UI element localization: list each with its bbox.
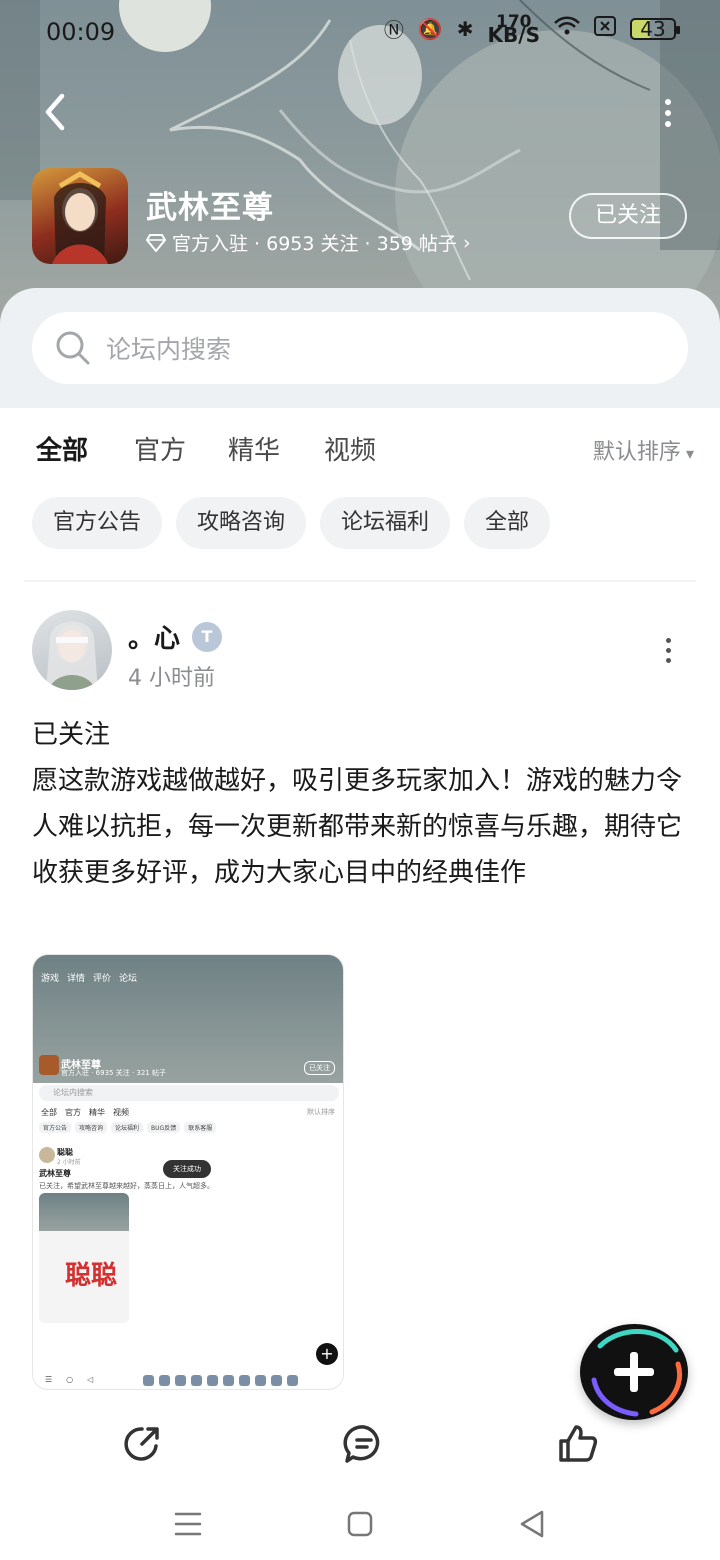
post-author[interactable]: 。心 T [128, 618, 223, 655]
menu-icon [174, 1512, 202, 1536]
more-options-button[interactable] [662, 96, 674, 128]
avatar-portrait-icon [46, 621, 98, 690]
thumb-post-text: 已关注，希望武林至尊越来越好，蒸蒸日上，人气超多。 [39, 1182, 214, 1190]
tab-all[interactable]: 全部 [36, 430, 91, 473]
back-button[interactable] [36, 90, 76, 134]
thumb-time: 2 小时前 [57, 1159, 81, 1166]
chevron-left-icon [45, 93, 65, 131]
wifi-icon [554, 16, 580, 41]
search-sheet: 论坛内搜索 [0, 288, 720, 408]
thumb-search: 论坛内搜索 [39, 1085, 339, 1101]
like-icon [559, 1425, 598, 1462]
author-name: 。心 [128, 624, 181, 654]
thumb-follow: 已关注 [304, 1061, 335, 1075]
home-button[interactable] [340, 1504, 380, 1544]
mute-icon: 🔕 [417, 16, 443, 41]
game-character-icon [52, 171, 108, 264]
chip-all[interactable]: 全部 [464, 497, 551, 549]
game-stats: 官方入驻 · 6953 关注 · 359 帖子 [172, 233, 457, 255]
status-icons: Ⓝ 🔕 ✱ 170 KB/S 43 [383, 11, 680, 47]
post-image[interactable]: 游戏 详情 评价 论坛 武林至尊 官方入驻 · 6935 关注 · 321 帖子 已关… [32, 954, 344, 1390]
level-badge-icon: T [192, 621, 223, 652]
chip-official-announcement[interactable]: 官方公告 [32, 497, 163, 549]
status-time: 00:09 [46, 18, 116, 46]
search-icon [56, 331, 90, 365]
thumb-game-icon [39, 1055, 59, 1075]
avatar[interactable] [32, 610, 112, 690]
sort-dropdown[interactable]: 默认排序 [593, 434, 694, 466]
thumb-overlay-text: 聪聪 [65, 1261, 118, 1291]
forum-header: 00:09 Ⓝ 🔕 ✱ 170 KB/S 43 武林至尊 官方入驻 · 6953… [0, 0, 720, 330]
thumb-plus-icon: + [316, 1343, 338, 1365]
share-button[interactable] [120, 1422, 164, 1466]
thumb-toast: 关注成功 [163, 1160, 211, 1178]
post-actions [0, 1404, 720, 1484]
search-placeholder: 论坛内搜索 [106, 335, 232, 364]
battery-level: 43 [640, 16, 666, 41]
forum-tabs: 全部 官方 精华 视频 默认排序 [0, 420, 720, 480]
game-title: 武林至尊 [146, 190, 274, 226]
post-content: 愿这款游戏越做越好，吸引更多玩家加入！游戏的魅力令人难以抗拒，每一次更新都带来新… [32, 766, 683, 888]
thumb-avatar [39, 1147, 55, 1163]
network-speed: 170 KB/S [487, 11, 540, 47]
status-bar: 00:09 Ⓝ 🔕 ✱ 170 KB/S 43 [0, 0, 720, 64]
sim-off-icon [594, 16, 616, 41]
nfc-icon: Ⓝ [383, 18, 404, 42]
divider [24, 580, 696, 582]
post-title: 已关注 [32, 720, 111, 750]
follow-button[interactable]: 已关注 [569, 193, 687, 239]
bluetooth-icon: ✱ [456, 16, 474, 41]
tab-official[interactable]: 官方 [134, 430, 186, 467]
comment-button[interactable] [342, 1422, 386, 1466]
battery-icon: 43 [630, 16, 680, 41]
thumb-meta: 官方入驻 · 6935 关注 · 321 帖子 [61, 1069, 166, 1077]
chip-guide-consult[interactable]: 攻略咨询 [176, 497, 307, 549]
tab-video[interactable]: 视频 [324, 430, 376, 467]
game-icon[interactable] [32, 168, 128, 264]
forum-search-input[interactable]: 论坛内搜索 [32, 312, 688, 384]
system-nav-bar [0, 1490, 720, 1560]
post-body[interactable]: 已关注 愿这款游戏越做越好，吸引更多玩家加入！游戏的魅力令人难以抗拒，每一次更新… [32, 712, 692, 896]
diamond-icon [146, 233, 166, 252]
recent-apps-button[interactable] [168, 1504, 208, 1544]
post-more-button[interactable] [664, 638, 672, 664]
thumb-sort: 默认排序 [307, 1108, 335, 1116]
thumb-bottom-bar: ☰ ○ ◁ [45, 1375, 94, 1384]
chip-forum-welfare[interactable]: 论坛福利 [320, 497, 451, 549]
thumb-chips: 官方公告 攻略咨询 论坛福利 BUG反馈 联系客服 [39, 1122, 217, 1133]
category-chips: 官方公告 攻略咨询 论坛福利 全部 [32, 497, 551, 549]
comment-icon [343, 1425, 380, 1463]
thumb-nav: 游戏 详情 评价 论坛 [41, 974, 138, 984]
tab-featured[interactable]: 精华 [228, 430, 280, 467]
chevron-right-icon: › [462, 231, 471, 254]
like-button[interactable] [556, 1422, 600, 1466]
post-time: 4 小时前 [128, 666, 215, 691]
thumb-post-title: 武林至尊 [39, 1169, 71, 1178]
game-meta[interactable]: 官方入驻 · 6953 关注 · 359 帖子 › [146, 229, 471, 256]
system-back-button[interactable] [512, 1504, 552, 1544]
share-icon [124, 1427, 159, 1461]
back-icon [520, 1510, 544, 1538]
thumb-dock [143, 1375, 298, 1386]
thumb-tabs: 全部 官方 精华 视频 [41, 1108, 129, 1117]
home-icon [347, 1511, 373, 1537]
